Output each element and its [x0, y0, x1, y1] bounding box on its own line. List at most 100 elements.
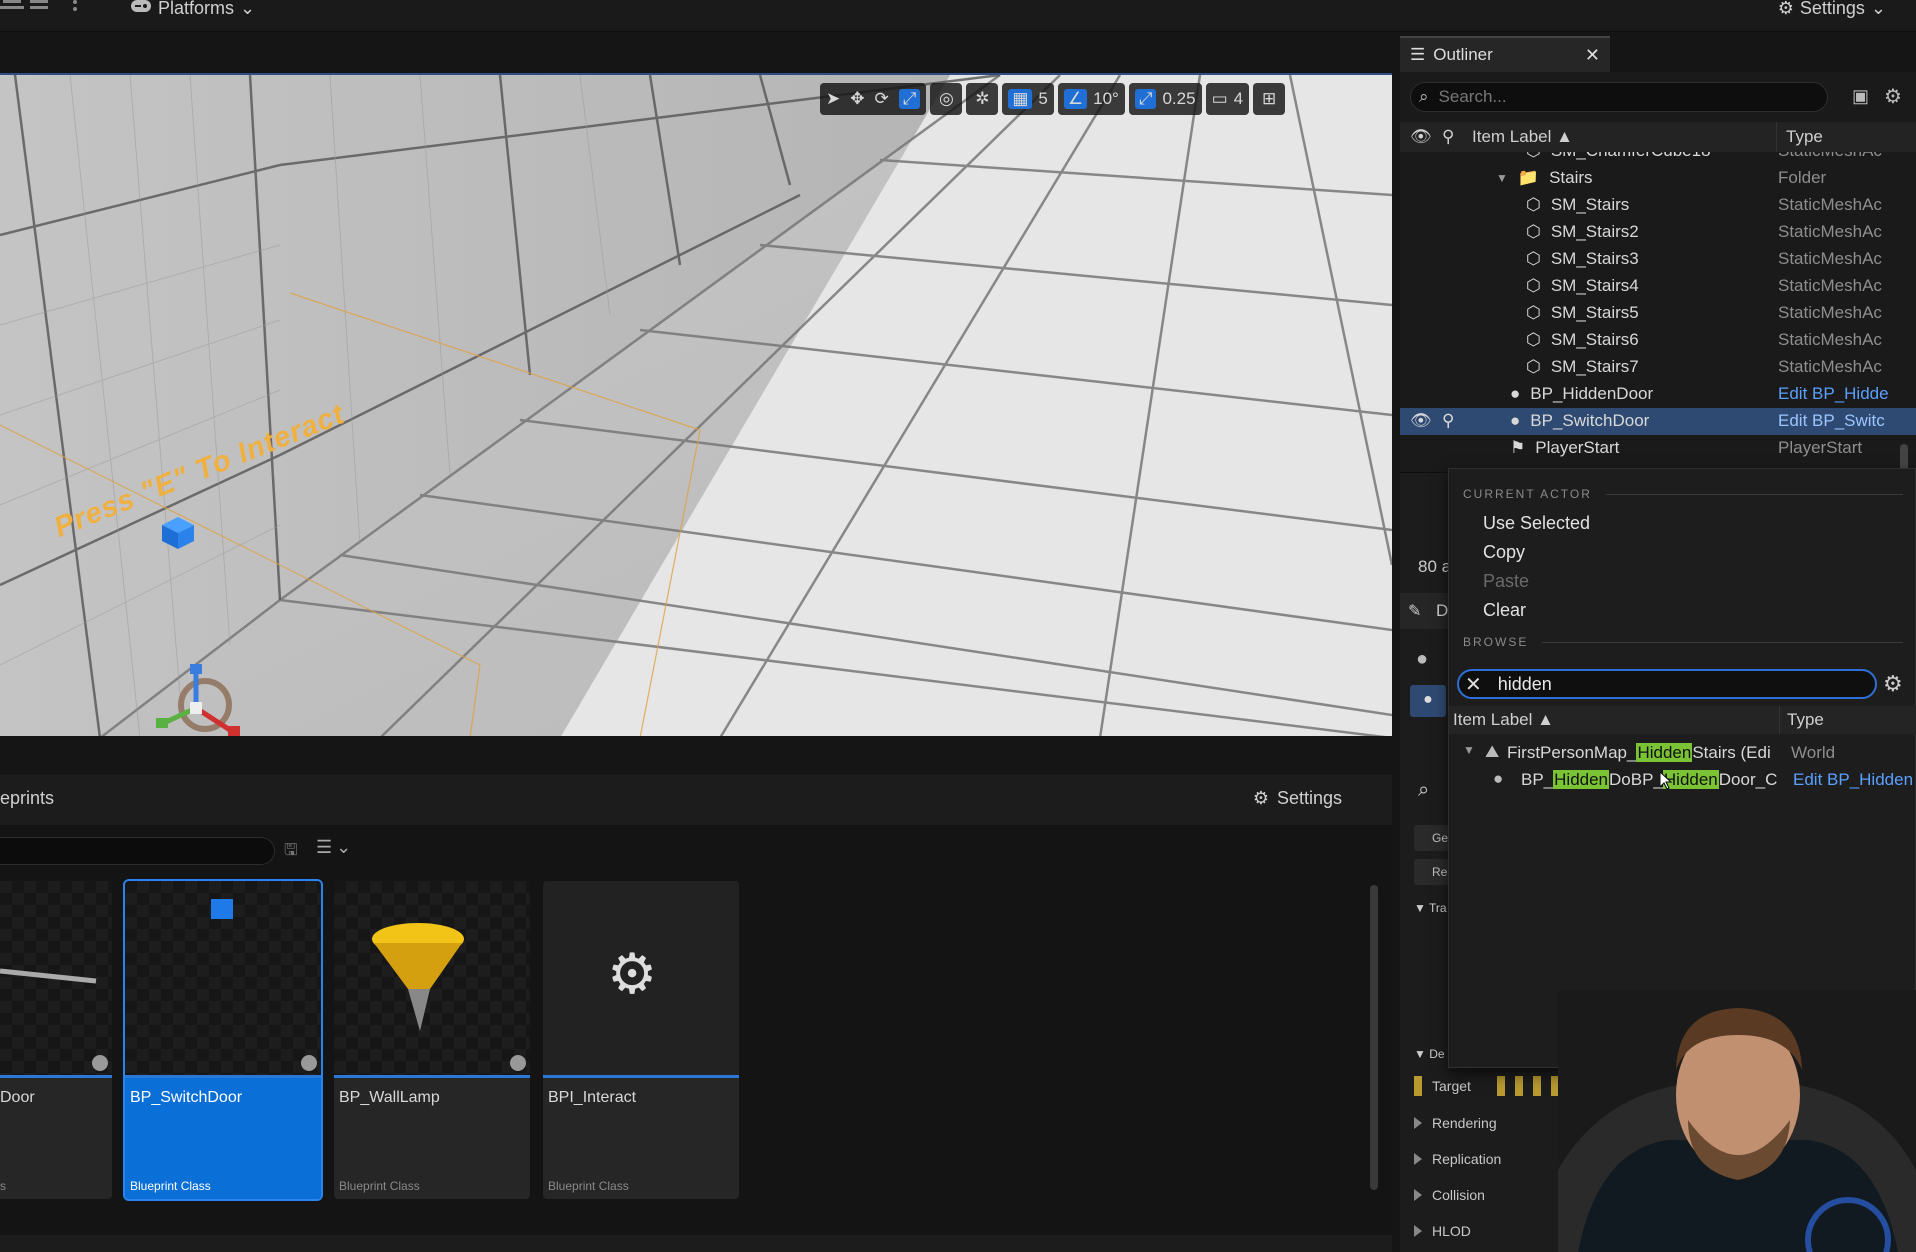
- tree-row[interactable]: ⬡ SM_Stairs StaticMeshAc: [1400, 192, 1916, 219]
- tab-outliner[interactable]: ☰ Outliner ✕: [1400, 36, 1610, 72]
- content-browser-settings-button[interactable]: ⚙ Settings: [1253, 788, 1342, 809]
- content-search-input[interactable]: [0, 837, 275, 865]
- tree-row[interactable]: ⚑ PlayerStart PlayerStart: [1400, 435, 1916, 462]
- transform-section[interactable]: ▼ Tra: [1414, 901, 1447, 915]
- switch-cube[interactable]: [160, 515, 196, 551]
- section-title: BROWSE: [1463, 635, 1529, 649]
- tab-details[interactable]: D: [1436, 601, 1448, 621]
- actor-picker-popup: CURRENT ACTOR Use Selected Copy Paste Cl…: [1448, 468, 1916, 1068]
- static-mesh-icon: ⬡: [1526, 195, 1541, 214]
- outliner-search-input[interactable]: ⌕ Search...: [1410, 82, 1828, 112]
- asset-class: Blueprint Class: [548, 1179, 629, 1193]
- picker-row-world[interactable]: ▼ ⛰ FirstPersonMap_HiddenStairs (Edi Wor…: [1449, 740, 1916, 767]
- column-divider: [1779, 706, 1780, 734]
- paste-item[interactable]: Paste: [1483, 571, 1529, 592]
- tree-row[interactable]: ⬡ SM_Stairs3 StaticMeshAc: [1400, 246, 1916, 273]
- asset-tile[interactable]: Door s: [0, 881, 112, 1199]
- asset-tile-bpi-interact[interactable]: ⚙ BPI_Interact Blueprint Class: [543, 881, 739, 1199]
- content-browser-header: eprints ⚙ Settings: [0, 773, 1392, 825]
- move-icon[interactable]: ✥: [850, 89, 864, 109]
- column-type[interactable]: Type: [1786, 127, 1823, 147]
- camera-speed-group[interactable]: ▭ 4: [1205, 83, 1250, 115]
- use-selected-item[interactable]: Use Selected: [1483, 513, 1590, 534]
- content-scrollbar[interactable]: [1370, 885, 1378, 1190]
- eye-icon[interactable]: 👁: [1410, 411, 1432, 431]
- tree-row[interactable]: ● BP_HiddenDoor Edit BP_Hidde: [1400, 381, 1916, 408]
- row-type-link[interactable]: Edit BP_Hidden: [1793, 770, 1913, 790]
- outliner-column-header: 👁 ⚲ Item Label ▲ Type: [1400, 122, 1916, 152]
- tree-row[interactable]: ⬡ SM_Stairs5 StaticMeshAc: [1400, 300, 1916, 327]
- expand-arrow-icon[interactable]: ▼: [1496, 171, 1508, 185]
- mode-icon[interactable]: [0, 0, 26, 14]
- row-label: FirstPersonMap_HiddenStairs (Edi: [1507, 743, 1771, 763]
- gear-icon[interactable]: ⚙: [1884, 84, 1902, 109]
- status-bar: [0, 1235, 1392, 1252]
- save-icon[interactable]: 🖫: [284, 839, 298, 866]
- row-type-link[interactable]: Edit BP_Switc: [1778, 411, 1896, 431]
- section-label: Collision: [1432, 1187, 1485, 1203]
- row-type: StaticMeshAc: [1778, 249, 1882, 268]
- label-part: BP_: [1521, 770, 1554, 789]
- row-type-link[interactable]: Edit BP_Hidde: [1778, 384, 1896, 404]
- copy-item[interactable]: Copy: [1483, 542, 1525, 563]
- clear-search-icon[interactable]: ✕: [1465, 672, 1482, 697]
- asset-tile-bp-walllamp[interactable]: BP_WallLamp Blueprint Class: [334, 881, 530, 1199]
- label-part: Door_C: [1718, 770, 1778, 789]
- scale-icon[interactable]: ⤢: [898, 89, 921, 109]
- expand-arrow-icon[interactable]: ▼: [1463, 743, 1475, 757]
- search-placeholder: Search...: [1438, 87, 1507, 106]
- platforms-menu[interactable]: Platforms ⌄: [130, 0, 255, 18]
- stack-icon[interactable]: [26, 0, 52, 14]
- rotate-icon[interactable]: ⟳: [875, 89, 889, 109]
- asset-tile-bp-switchdoor[interactable]: BP_SwitchDoor Blueprint Class: [123, 879, 323, 1201]
- tree-row[interactable]: ⬡ SM_Stairs4 StaticMeshAc: [1400, 273, 1916, 300]
- gear-icon[interactable]: ⚙: [1883, 671, 1903, 697]
- highlight-match: Hidden: [1636, 743, 1693, 762]
- pin-icon[interactable]: ⚲: [1442, 127, 1454, 147]
- picker-row-hiddendoor[interactable]: ● BP_HiddenDoBP_HiddenDoor_C Edit BP_Hid…: [1449, 767, 1916, 794]
- asset-name: BP_WallLamp: [339, 1089, 440, 1106]
- asset-thumbnail: [0, 881, 112, 1075]
- tree-row[interactable]: ⬡ SM_Stairs2 StaticMeshAc: [1400, 219, 1916, 246]
- streamer-video: [1558, 990, 1916, 1252]
- label-part: Stairs (Edi: [1692, 743, 1771, 762]
- reset-label: Re: [1432, 865, 1448, 879]
- tree-row[interactable]: ⬡ SM_Stairs6 StaticMeshAc: [1400, 327, 1916, 354]
- column-item-label[interactable]: Item Label ▲: [1472, 127, 1573, 147]
- column-type[interactable]: Type: [1787, 710, 1824, 730]
- add-folder-icon[interactable]: ▣: [1852, 86, 1869, 107]
- rotation-snap-value: 10°: [1093, 89, 1119, 108]
- actor-search-input[interactable]: ✕ hidden: [1457, 669, 1877, 699]
- tree-row[interactable]: ⬡ SM_ChamferCube18 StaticMeshAc: [1400, 152, 1916, 165]
- filter-button[interactable]: ☰ ⌄: [316, 837, 351, 858]
- angle-snap-icon: ∠: [1063, 89, 1088, 109]
- camera-speed-value: 4: [1233, 89, 1244, 108]
- pin-icon[interactable]: ⚲: [1442, 411, 1454, 431]
- transform-gizmo[interactable]: [150, 660, 260, 736]
- scale-snap-group[interactable]: ⤢ 0.25: [1128, 83, 1202, 115]
- row-label: SM_Stairs2: [1550, 222, 1639, 241]
- general-label: Ge: [1432, 831, 1449, 845]
- tree-row-selected[interactable]: 👁 ⚲ ● BP_SwitchDoor Edit BP_Switc: [1400, 408, 1916, 435]
- select-cursor-icon[interactable]: ➤: [826, 89, 840, 109]
- search-icon[interactable]: ⌕: [1418, 779, 1429, 802]
- clear-item[interactable]: Clear: [1483, 600, 1526, 621]
- default-section[interactable]: ▼ De: [1414, 1047, 1445, 1061]
- level-viewport[interactable]: Press "E" To Interact ➤ ✥ ⟳ ⤢ ◎ ✲ ▦ 5 ∠: [0, 73, 1392, 736]
- grid-snap-group[interactable]: ▦ 5: [1002, 83, 1054, 115]
- surface-snap-button[interactable]: ✲: [966, 83, 999, 115]
- asset-class: Blueprint Class: [339, 1179, 420, 1193]
- settings-menu[interactable]: ⚙ Settings ⌄: [1778, 0, 1886, 18]
- row-type: PlayerStart: [1778, 438, 1863, 457]
- world-local-button[interactable]: ◎: [930, 83, 963, 115]
- tree-row[interactable]: ⬡ SM_Stairs7 StaticMeshAc: [1400, 354, 1916, 381]
- search-icon: ⌕: [1419, 87, 1429, 106]
- column-item-label[interactable]: Item Label ▲: [1453, 710, 1554, 730]
- close-icon[interactable]: ✕: [1585, 45, 1600, 66]
- eye-icon[interactable]: 👁: [1410, 127, 1432, 147]
- more-options-icon[interactable]: [70, 0, 80, 14]
- rotation-snap-group[interactable]: ∠ 10°: [1057, 83, 1125, 115]
- tree-row-folder[interactable]: ▼ 📁 Stairs Folder: [1400, 165, 1916, 192]
- layout-button[interactable]: ⊞: [1253, 83, 1286, 115]
- component-icon[interactable]: ●: [1410, 685, 1446, 717]
